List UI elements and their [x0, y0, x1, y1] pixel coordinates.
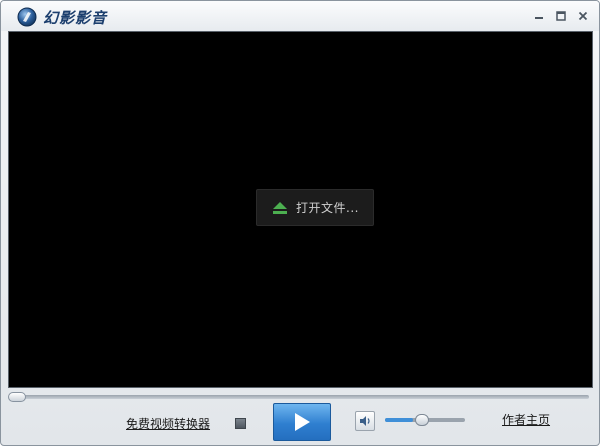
open-file-button[interactable]: 打开文件... — [256, 189, 374, 226]
mute-button[interactable] — [355, 411, 375, 431]
video-area[interactable]: 打开文件... — [8, 31, 593, 388]
author-homepage-link[interactable]: 作者主页 — [502, 411, 550, 428]
close-button[interactable] — [573, 7, 593, 25]
seek-thumb[interactable] — [8, 392, 26, 402]
stop-button[interactable] — [228, 413, 252, 433]
maximize-button[interactable] — [551, 7, 571, 25]
app-logo-icon — [17, 7, 37, 27]
stop-icon — [234, 417, 246, 429]
play-icon — [295, 413, 310, 431]
free-video-converter-link[interactable]: 免费视频转换器 — [126, 415, 210, 432]
play-button[interactable] — [273, 403, 331, 441]
volume-slider[interactable] — [383, 413, 467, 427]
app-title: 幻影影音 — [43, 9, 108, 27]
close-icon — [578, 11, 588, 21]
seek-bar[interactable] — [8, 392, 593, 402]
speaker-icon — [360, 416, 370, 426]
minimize-button[interactable] — [529, 7, 549, 25]
volume-thumb[interactable] — [415, 414, 429, 426]
seek-track[interactable] — [12, 395, 589, 399]
title-bar[interactable]: 幻影影音 — [1, 1, 599, 31]
maximize-icon — [556, 11, 566, 21]
minimize-icon — [535, 17, 543, 19]
volume-fill — [385, 418, 413, 422]
player-window: 幻影影音 打开文件... 免费视频转换器 作者主页 — [0, 0, 600, 446]
eject-icon — [273, 201, 287, 214]
open-file-label: 打开文件... — [296, 201, 359, 215]
